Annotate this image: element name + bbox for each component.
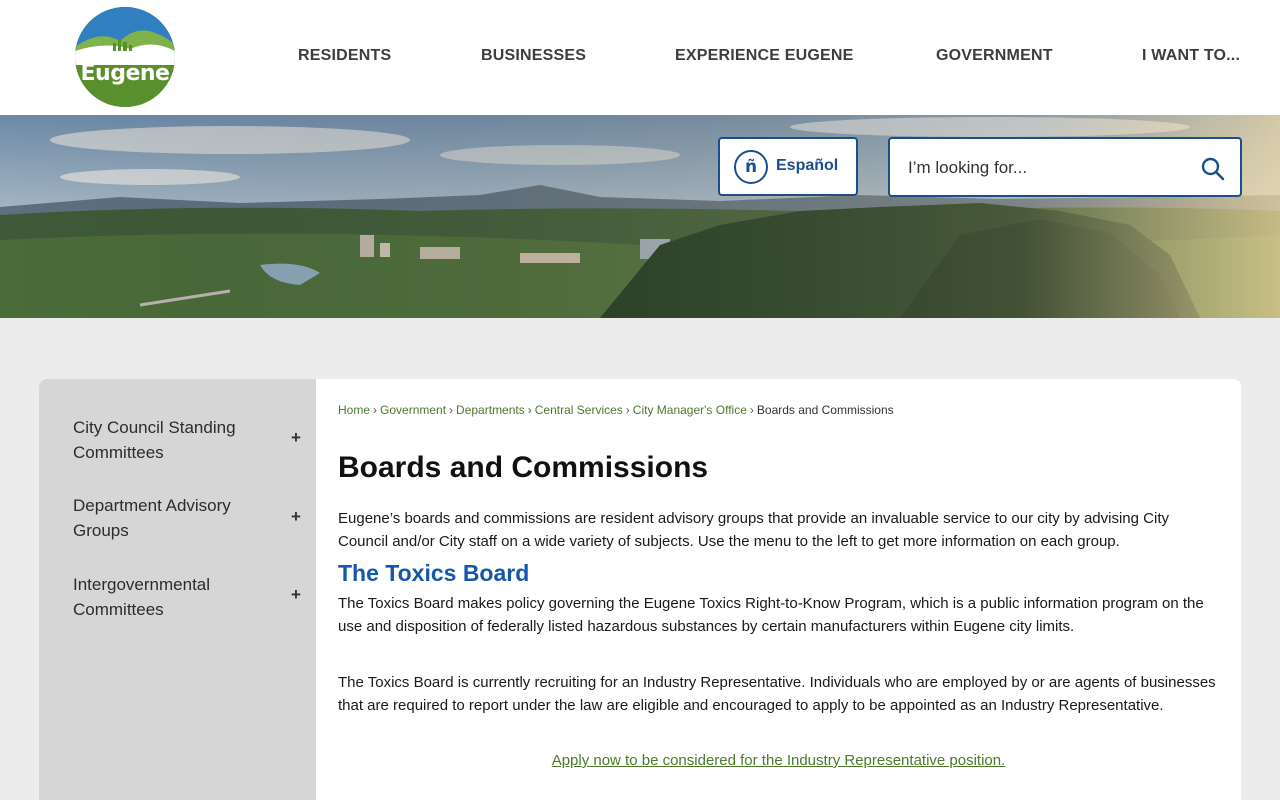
breadcrumb-central-services[interactable]: Central Services [535,403,623,417]
sidebar-item-label: Department Advisory Groups [73,496,231,540]
expand-plus-icon[interactable]: + [291,585,301,605]
breadcrumb-government[interactable]: Government [380,403,446,417]
nav-government[interactable]: GOVERNMENT [936,47,1053,65]
espanol-button[interactable]: ñ Español [718,137,858,196]
logo-text: Eugene [80,61,170,86]
main-content: Home › Government › Departments › Central Serv… [316,379,1241,800]
toxics-board-description: The Toxics Board makes policy governing … [338,595,1204,635]
recruiting-paragraph: The Toxics Board is currently recruiting… [338,674,1216,714]
intro-paragraph: Eugene’s boards and commissions are resi… [338,510,1169,550]
sidebar-item-intergovernmental-committees[interactable]: Intergovernmental Committees + [73,572,313,622]
sidebar-item-label: Intergovernmental Committees [73,575,211,619]
sidebar-item-department-advisory-groups[interactable]: Department Advisory Groups + [73,493,313,543]
search-box [888,137,1242,197]
nav-experience-eugene[interactable]: EXPERIENCE EUGENE [675,47,854,65]
section-title: The Toxics Board [338,560,530,586]
breadcrumb-current: Boards and Commissions [756,403,894,417]
apply-now-link[interactable]: Apply now to be considered for the Indus… [316,752,1241,769]
breadcrumb-separator: › [749,403,754,417]
breadcrumb-departments[interactable]: Departments [456,403,525,417]
breadcrumb-separator: › [373,403,378,417]
espanol-label: Español [776,157,839,174]
expand-plus-icon[interactable]: + [291,428,301,448]
search-input[interactable] [908,153,1188,183]
nav-businesses[interactable]: BUSINESSES [481,47,586,65]
sidebar-nav: City Council Standing Committees + Depar… [39,379,316,800]
breadcrumb-separator: › [527,403,532,417]
breadcrumb-home[interactable]: Home [338,403,370,417]
language-icon: ñ [734,150,768,184]
sidebar-item-label: City Council Standing Committees [73,418,236,462]
breadcrumb: Home › Government › Departments › Central Serv… [338,403,894,417]
breadcrumb-separator: › [625,403,630,417]
eugene-logo[interactable]: Eugene [75,7,175,107]
search-icon[interactable] [1200,156,1226,182]
page-title: Boards and Commissions [338,451,709,484]
sidebar-item-city-council-standing-committees[interactable]: City Council Standing Committees + [73,415,313,465]
site-header: Eugene RESIDENTS BUSINESSES EXPERIENCE E… [0,0,1280,115]
nav-i-want-to[interactable]: I WANT TO... [1142,47,1240,65]
breadcrumb-city-managers-office[interactable]: City Manager's Office [633,403,747,417]
logo-graphic [75,7,175,107]
nav-residents[interactable]: RESIDENTS [298,47,391,65]
expand-plus-icon[interactable]: + [291,507,301,527]
breadcrumb-separator: › [449,403,454,417]
